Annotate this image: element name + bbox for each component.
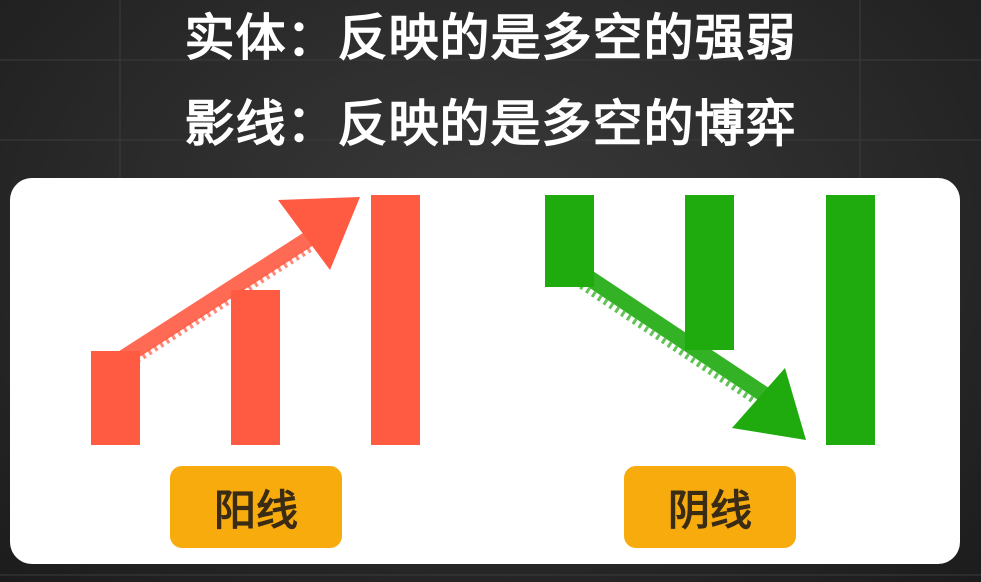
yin-bar-2 (685, 195, 734, 350)
candle-diagram (91, 195, 875, 445)
yin-line-label: 阴线 (624, 466, 796, 548)
yang-line-label: 阳线 (170, 466, 342, 548)
yin-bars (545, 195, 875, 445)
yang-bars (91, 195, 420, 445)
yin-bar-3 (826, 195, 875, 445)
yang-bar-2 (231, 290, 280, 445)
yang-bar-3 (371, 195, 420, 445)
